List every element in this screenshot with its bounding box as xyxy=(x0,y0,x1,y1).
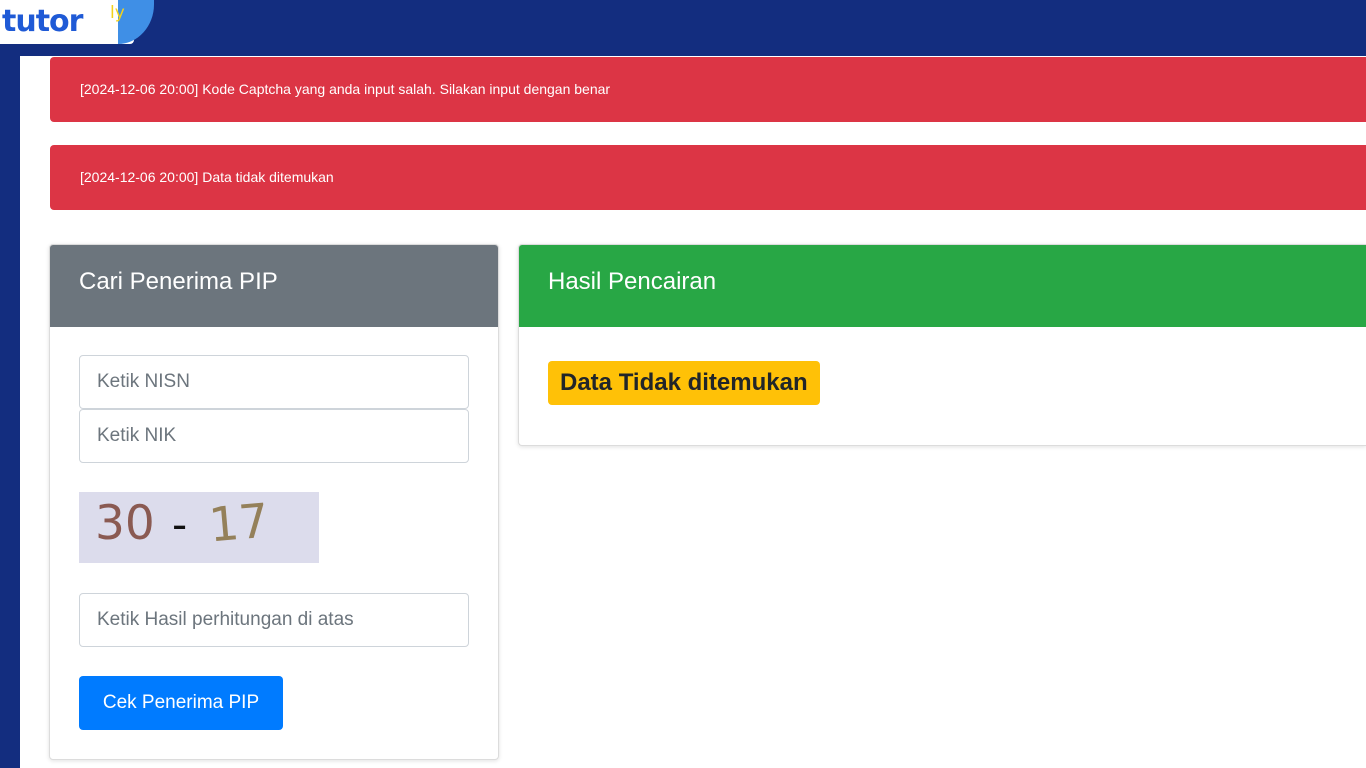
captcha-operator: - xyxy=(172,500,188,549)
search-card: Cari Penerima PIP 30 - 17 Cek Penerima P… xyxy=(49,244,499,760)
captcha-operand-a: 30 xyxy=(95,496,155,551)
logo-superscript: ly xyxy=(110,3,125,23)
nik-input[interactable] xyxy=(79,409,469,463)
result-card-title: Hasil Pencairan xyxy=(519,245,1366,327)
alert-data-not-found: [2024-12-06 20:00] Data tidak ditemukan xyxy=(50,145,1366,210)
captcha-operand-b: 17 xyxy=(206,493,272,554)
main-content: [2024-12-06 20:00] Kode Captcha yang and… xyxy=(20,56,1366,768)
captcha-answer-input[interactable] xyxy=(79,593,469,647)
search-card-title: Cari Penerima PIP xyxy=(50,245,498,327)
result-status-badge: Data Tidak ditemukan xyxy=(548,361,820,405)
check-recipient-button[interactable]: Cek Penerima PIP xyxy=(79,676,283,730)
logo-text: tutor xyxy=(2,4,83,39)
captcha-image: 30 - 17 xyxy=(79,492,319,563)
tutorly-logo: tutor ly xyxy=(0,0,154,44)
nisn-input[interactable] xyxy=(79,355,469,409)
result-card: Hasil Pencairan Data Tidak ditemukan xyxy=(518,244,1366,446)
alert-captcha-error: [2024-12-06 20:00] Kode Captcha yang and… xyxy=(50,57,1366,122)
